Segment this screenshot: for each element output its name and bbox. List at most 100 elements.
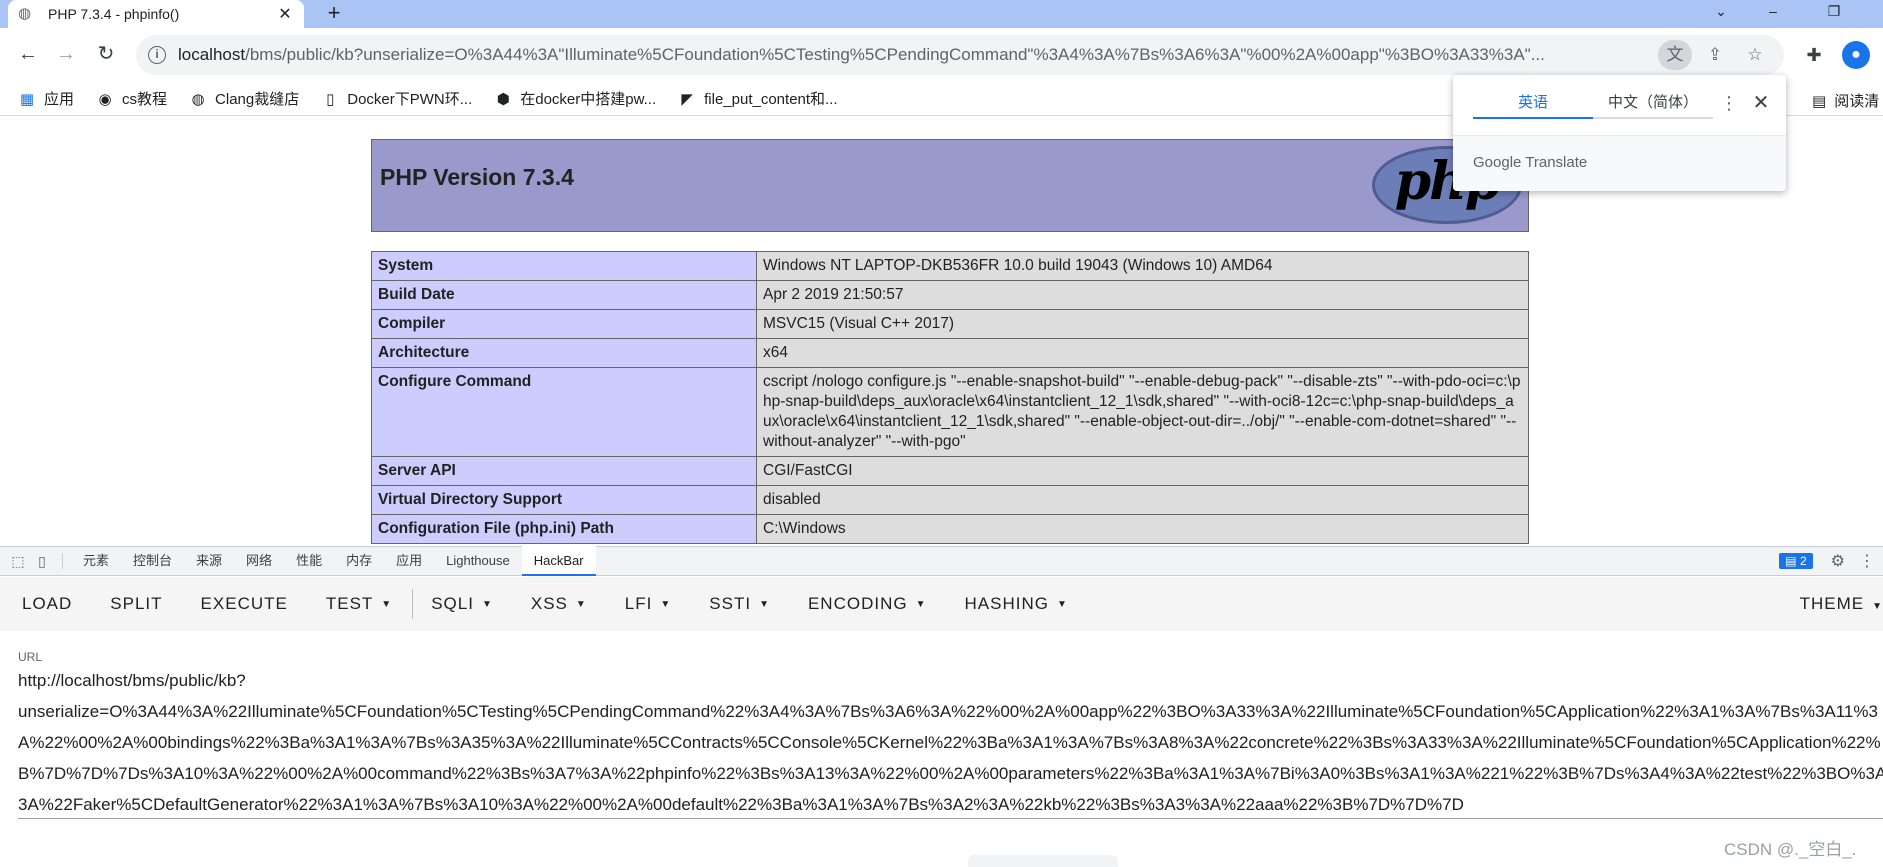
back-button[interactable]: ← xyxy=(12,38,44,70)
row-value: MSVC15 (Visual C++ 2017) xyxy=(756,309,1529,339)
address-host: localhost xyxy=(178,45,246,64)
lfi-dropdown[interactable]: LFI ▼ xyxy=(625,594,671,614)
row-key: System xyxy=(371,251,757,281)
bookmark-docker-pwn[interactable]: ▯ Docker下PWN环... xyxy=(321,88,472,109)
bookmark-clang[interactable]: ◍ Clang裁缝店 xyxy=(189,88,299,109)
translate-popup: 英语 中文（简体） ⋮ ✕ Google Translate xyxy=(1453,75,1786,191)
bookmark-label: 在docker中搭建pw... xyxy=(520,91,657,108)
url-field-underline xyxy=(18,818,1883,819)
row-key: Configuration File (php.ini) Path xyxy=(371,514,757,544)
tab-network[interactable]: 网络 xyxy=(234,546,284,576)
share-icon[interactable]: ⇪ xyxy=(1698,40,1732,70)
caret-down-icon: ▼ xyxy=(759,599,770,611)
issues-badge[interactable]: ▤ 2 xyxy=(1779,553,1813,569)
bookmark-label: Clang裁缝店 xyxy=(215,91,300,108)
translate-icon[interactable]: 文 xyxy=(1658,40,1692,70)
reading-list-icon: ▤ xyxy=(1812,92,1827,110)
theme-dropdown[interactable]: THEME ▼ xyxy=(1800,594,1883,614)
github-icon: ◉ xyxy=(98,90,112,108)
extensions-icon[interactable]: ✚ xyxy=(1800,41,1828,69)
caret-down-icon: ▼ xyxy=(915,599,927,611)
encoding-label: ENCODING xyxy=(807,594,908,613)
new-tab-button[interactable]: + xyxy=(320,0,348,28)
table-row: Architecture x64 xyxy=(371,338,1529,368)
xss-dropdown[interactable]: XSS ▼ xyxy=(531,594,587,614)
google-translate-logo: Google Translate xyxy=(1473,154,1588,171)
notion-icon: ⬢ xyxy=(496,90,510,108)
bookmark-label: cs教程 xyxy=(122,91,168,108)
bookmark-label: Docker下PWN环... xyxy=(347,91,473,108)
tab-application[interactable]: 应用 xyxy=(384,546,434,576)
bookmark-label: file_put_content和... xyxy=(704,91,838,108)
minimize-button[interactable]: – xyxy=(1758,0,1788,22)
browser-toolbar: ← → ↻ i localhost/bms/public/kb?unserial… xyxy=(0,28,1883,82)
bookmark-docker-build[interactable]: ⬢ 在docker中搭建pw... xyxy=(494,88,656,109)
profile-avatar[interactable]: ● xyxy=(1842,41,1870,69)
phpinfo-table: System Windows NT LAPTOP-DKB536FR 10.0 b… xyxy=(371,251,1529,545)
table-row: System Windows NT LAPTOP-DKB536FR 10.0 b… xyxy=(371,251,1529,281)
tab-search-button[interactable]: ⌄ xyxy=(1706,0,1736,22)
browser-tab[interactable]: ◍ PHP 7.3.4 - phpinfo() ✕ xyxy=(8,0,304,28)
zhihu-icon: ◤ xyxy=(681,90,693,108)
more-options-icon[interactable]: ⋮ xyxy=(1859,551,1875,571)
divider xyxy=(412,589,414,619)
sqli-dropdown[interactable]: SQLI ▼ xyxy=(431,594,493,614)
caret-down-icon: ▼ xyxy=(575,599,587,611)
inspect-element-icon[interactable]: ⬚ xyxy=(6,553,30,570)
url-textarea[interactable]: http://localhost/bms/public/kb? unseriali… xyxy=(18,665,1883,820)
caret-down-icon: ▼ xyxy=(660,599,672,611)
watermark: CSDN @._空白_. xyxy=(1724,840,1857,859)
divider xyxy=(62,553,63,569)
address-url[interactable]: localhost/bms/public/kb?unserialize=O%3A… xyxy=(178,45,1652,65)
gear-icon[interactable]: ⚙ xyxy=(1831,551,1845,571)
address-path: /bms/public/kb?unserialize=O%3A44%3A"Ill… xyxy=(245,45,1545,64)
bookmark-file-put-content[interactable]: ◤ file_put_content和... xyxy=(678,88,837,109)
tab-lighthouse[interactable]: Lighthouse xyxy=(434,546,522,576)
translate-footer: Google Translate xyxy=(1453,135,1786,191)
caret-down-icon: ▼ xyxy=(1872,601,1883,612)
row-value: disabled xyxy=(756,485,1529,515)
ssti-label: SSTI xyxy=(709,594,752,613)
restore-window-button[interactable]: ❐ xyxy=(1819,0,1849,22)
tab-performance[interactable]: 性能 xyxy=(284,546,334,576)
site-info-icon[interactable]: i xyxy=(148,46,166,64)
reload-button[interactable]: ↻ xyxy=(90,38,122,70)
ssti-dropdown[interactable]: SSTI ▼ xyxy=(709,594,770,614)
address-bar[interactable]: i localhost/bms/public/kb?unserialize=O%… xyxy=(136,35,1784,75)
tab-hackbar[interactable]: HackBar xyxy=(521,546,596,576)
url-line: http://localhost/bms/public/kb? xyxy=(18,671,246,690)
more-options-icon[interactable]: ⋮ xyxy=(1717,89,1741,117)
load-button[interactable]: LOAD xyxy=(22,594,72,614)
tab-sources[interactable]: 来源 xyxy=(184,546,234,576)
close-icon[interactable]: ✕ xyxy=(1749,89,1773,117)
device-toolbar-icon[interactable]: ▯ xyxy=(30,553,54,570)
tab-console[interactable]: 控制台 xyxy=(121,546,184,576)
bookmark-apps[interactable]: ▦ 应用 xyxy=(18,88,74,109)
tab-memory[interactable]: 内存 xyxy=(334,546,384,576)
test-label: TEST xyxy=(325,594,374,613)
phpinfo-header: PHP Version 7.3.4 php xyxy=(371,139,1529,232)
row-value: x64 xyxy=(756,338,1529,368)
bookmark-star-icon[interactable]: ☆ xyxy=(1738,40,1772,70)
tab-target-language[interactable]: 中文（简体） xyxy=(1593,89,1713,117)
test-dropdown[interactable]: TEST ▼ xyxy=(326,594,392,614)
tab-source-language[interactable]: 英语 xyxy=(1473,89,1593,119)
apps-grid-icon: ▦ xyxy=(19,90,35,108)
caret-down-icon: ▼ xyxy=(1056,599,1068,611)
bookmark-cs-tutorial[interactable]: ◉ cs教程 xyxy=(96,88,167,109)
table-row: Configuration File (php.ini) Path C:\Win… xyxy=(371,514,1529,544)
reading-list[interactable]: ▤ 阅读清 xyxy=(1812,90,1879,111)
encoding-dropdown[interactable]: ENCODING ▼ xyxy=(808,594,927,614)
table-row: Build Date Apr 2 2019 21:50:57 xyxy=(371,280,1529,310)
bottom-tab-stub xyxy=(968,855,1118,867)
tab-elements[interactable]: 元素 xyxy=(71,546,121,576)
globe-icon: ◍ xyxy=(18,5,32,22)
execute-button[interactable]: EXECUTE xyxy=(201,594,288,614)
row-value: Apr 2 2019 21:50:57 xyxy=(756,280,1529,310)
hashing-dropdown[interactable]: HASHING ▼ xyxy=(965,594,1068,614)
forward-button[interactable]: → xyxy=(50,38,82,70)
table-row: Compiler MSVC15 (Visual C++ 2017) xyxy=(371,309,1529,339)
close-tab-icon[interactable]: ✕ xyxy=(276,4,294,24)
php-version-title: PHP Version 7.3.4 xyxy=(380,164,574,190)
split-button[interactable]: SPLIT xyxy=(110,594,162,614)
